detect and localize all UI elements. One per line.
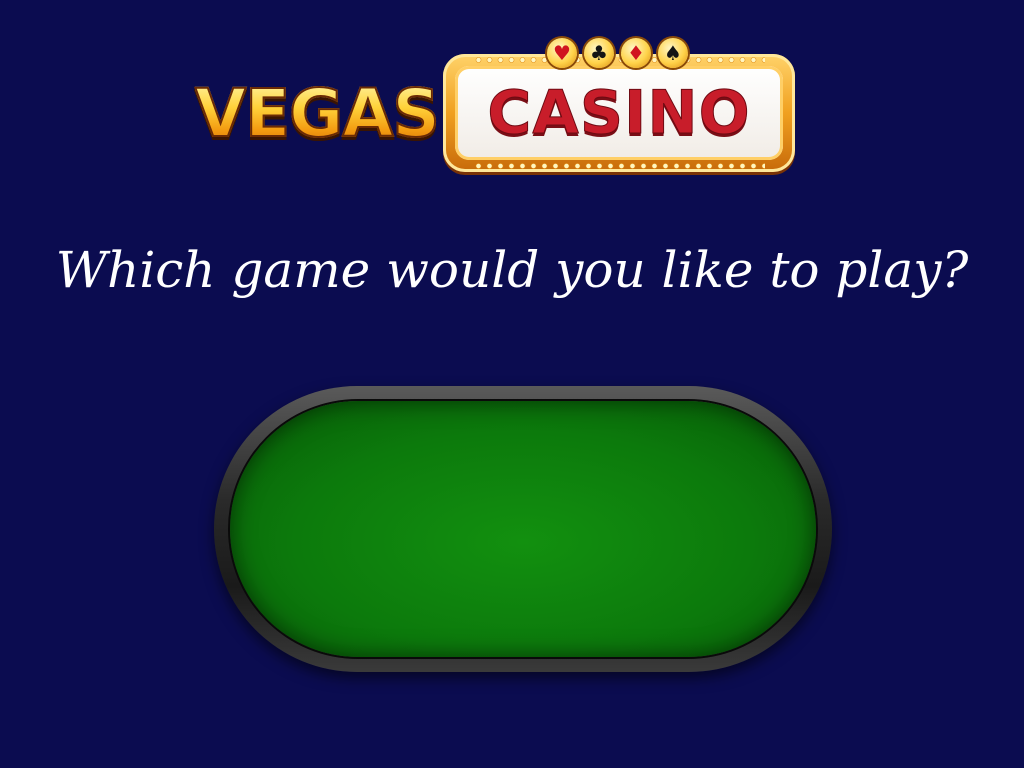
club-suit-icon: ♣ (584, 38, 614, 68)
poker-table[interactable] (214, 386, 832, 672)
marquee-lights-bottom (473, 163, 765, 169)
card-suits-row: ♥ ♣ ♦ ♠ (547, 36, 697, 72)
game-screen: VEGAS CASINO ♥ ♣ ♦ ♠ Which game would yo… (0, 0, 1024, 768)
logo-casino-text: CASINO (487, 78, 751, 148)
table-felt[interactable] (230, 401, 816, 657)
spade-suit-icon: ♠ (658, 38, 688, 68)
heart-suit-icon: ♥ (547, 38, 577, 68)
marquee-panel: CASINO (455, 66, 783, 160)
diamond-suit-icon: ♦ (621, 38, 651, 68)
vegas-casino-logo: VEGAS CASINO ♥ ♣ ♦ ♠ (194, 36, 800, 176)
logo-vegas-text: VEGAS (194, 75, 441, 152)
game-choice-question: Which game would you like to play? (55, 241, 969, 299)
